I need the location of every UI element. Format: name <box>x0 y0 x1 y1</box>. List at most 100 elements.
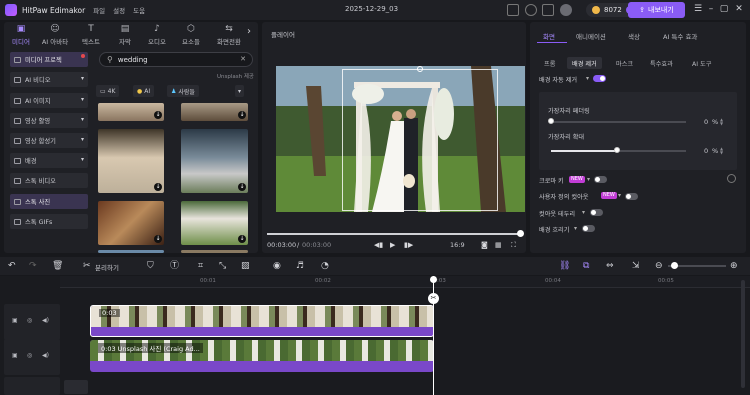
tab-subtitle[interactable]: ▤ 자막 <box>110 24 140 46</box>
scrub-handle[interactable] <box>517 230 524 237</box>
split-icon[interactable]: ✂ <box>83 261 91 271</box>
rotate-handle[interactable] <box>417 66 423 72</box>
tab-text[interactable]: T 텍스트 <box>76 24 106 46</box>
add-track-button[interactable] <box>64 380 88 394</box>
audio-extract-icon[interactable]: ♬ <box>296 261 304 271</box>
menu-settings[interactable]: 설정 <box>113 5 125 15</box>
tab-audio[interactable]: ♪ 오디오 <box>142 24 172 46</box>
maximize-icon[interactable]: ▢ <box>718 3 730 15</box>
fullscreen-icon[interactable]: ⛶ <box>511 241 516 250</box>
audio-icon[interactable]: ◀) <box>42 317 49 324</box>
edge-feather-value[interactable]: 0 <box>704 118 708 126</box>
tab-ai-effects[interactable]: AI 특수 효과 <box>663 31 697 41</box>
sidebar-item-background[interactable]: 배경 ▾ <box>10 153 88 168</box>
text-tool-icon[interactable]: Ⓣ <box>170 261 179 271</box>
edge-expand-value[interactable]: 0 <box>704 147 708 155</box>
sidebar-item-recording[interactable]: 영상 활영 ▾ <box>10 113 88 128</box>
prev-frame-icon[interactable]: ◀▮ <box>374 241 383 249</box>
redo-icon[interactable]: ↷ <box>29 261 37 271</box>
tab-screen[interactable]: 화면 <box>543 31 555 41</box>
next-frame-icon[interactable]: ▮▶ <box>404 241 413 249</box>
subtab-bg-removal[interactable]: 배경 제거 <box>567 57 602 69</box>
split-label[interactable]: 분리하기 <box>95 262 119 272</box>
menu-file[interactable]: 파일 <box>93 5 105 15</box>
clear-search-icon[interactable]: ✕ <box>240 55 246 63</box>
delete-icon[interactable]: 🗑 <box>52 261 63 271</box>
download-icon[interactable]: ↓ <box>154 111 162 119</box>
subtab-ai-tools[interactable]: AI 도구 <box>687 57 716 69</box>
scrub-bar[interactable] <box>267 233 521 235</box>
stock-photo-thumb[interactable] <box>98 250 164 253</box>
close-icon[interactable]: ✕ <box>733 3 745 15</box>
stepper-icon[interactable]: ▲ ▼ <box>720 147 723 155</box>
help-icon[interactable] <box>525 4 537 16</box>
zoom-handle[interactable] <box>671 262 678 269</box>
search-input[interactable]: ⚲ wedding ✕ <box>99 52 253 67</box>
visibility-icon[interactable]: ◎ <box>27 352 32 359</box>
preview-quality-icon[interactable]: ▦ <box>495 241 502 249</box>
zoom-in-icon[interactable]: ⊕ <box>730 261 738 271</box>
lock-icon[interactable]: ▣ <box>12 352 18 359</box>
timeline[interactable]: 00:01 00:02 00:03 00:04 00:05 ▣ ◎ ◀) 0:0… <box>0 276 750 395</box>
visibility-icon[interactable]: ◎ <box>27 317 32 324</box>
link-icon[interactable]: ⛓ <box>559 261 570 271</box>
aspect-ratio[interactable]: 16:9 <box>450 241 465 249</box>
download-icon[interactable]: ↓ <box>154 183 162 191</box>
tab-media[interactable]: ▣ 미디어 <box>6 24 36 46</box>
bg-blur-toggle[interactable] <box>582 225 595 232</box>
auto-bg-removal-toggle[interactable] <box>593 75 606 82</box>
stock-photo-thumb[interactable]: ↓ <box>98 201 164 245</box>
download-icon[interactable]: ↓ <box>238 183 246 191</box>
sidebar-item-compositor[interactable]: 영상 합성기 ▾ <box>10 133 88 148</box>
video-preview[interactable] <box>276 66 525 212</box>
edge-feather-slider[interactable] <box>551 121 686 123</box>
track-icon[interactable]: ⇔ <box>606 261 614 271</box>
menu-help[interactable]: 도움 <box>133 5 145 15</box>
audio-icon[interactable]: ◀) <box>42 352 49 359</box>
play-icon[interactable]: ▶ <box>390 241 395 249</box>
download-icon[interactable]: ↓ <box>238 111 246 119</box>
timeline-scrollbar[interactable] <box>741 280 745 388</box>
fit-icon[interactable]: ⇲ <box>632 261 640 271</box>
scissors-icon[interactable]: ✂ <box>428 293 439 304</box>
subtab-frame[interactable]: 프롬 <box>539 57 560 69</box>
speed-icon[interactable]: ◔ <box>321 261 329 271</box>
minimize-icon[interactable]: – <box>705 3 717 15</box>
menu-icon[interactable]: ☰ <box>692 3 704 15</box>
export-button[interactable]: ⇪ 내보내기 <box>628 2 685 18</box>
subtab-mask[interactable]: 마스크 <box>611 57 638 69</box>
download-icon[interactable]: ↓ <box>154 235 162 243</box>
sidebar-item-stock-gifs[interactable]: 스톡 GIFs <box>10 214 88 229</box>
filter-4k[interactable]: ▭ 4K <box>96 85 120 97</box>
chevron-right-icon[interactable]: › <box>247 26 251 37</box>
download-icon[interactable]: ↓ <box>238 235 246 243</box>
sidebar-item-stock-video[interactable]: 스톡 비디오 <box>10 173 88 188</box>
crop-icon[interactable]: ⌗ <box>198 261 203 271</box>
time-ruler[interactable]: 00:01 00:02 00:03 00:04 00:05 <box>60 276 750 288</box>
mail-icon[interactable] <box>507 4 519 16</box>
tab-color[interactable]: 색상 <box>628 31 640 41</box>
timeline-clip[interactable]: 0:03 Unsplash 사진 (Craig Ad... <box>90 340 434 372</box>
stock-photo-thumb[interactable]: ↓ <box>181 103 248 121</box>
snap-icon[interactable]: ⧉ <box>583 261 589 271</box>
filter-ai[interactable]: ● AI <box>133 85 155 97</box>
stock-photo-thumb[interactable]: ↓ <box>181 201 248 245</box>
tab-ai-avatar[interactable]: ☺ AI 아바타 <box>40 24 70 46</box>
shield-icon[interactable]: ⛉ <box>147 261 154 271</box>
stock-photo-thumb[interactable]: ↓ <box>98 129 164 193</box>
tab-animation[interactable]: 애니메이션 <box>576 31 606 41</box>
tab-transition[interactable]: ⇆ 화면전환 <box>211 24 247 46</box>
edge-feather-handle[interactable] <box>548 118 554 124</box>
lock-icon[interactable]: ▣ <box>12 317 18 324</box>
cart-icon[interactable] <box>542 4 554 16</box>
sidebar-item-media-project[interactable]: 미디어 프로젝 <box>10 52 88 67</box>
sidebar-item-ai-image[interactable]: AI 이미지 ▾ <box>10 93 88 108</box>
edge-expand-handle[interactable] <box>614 147 620 153</box>
undo-icon[interactable]: ↶ <box>8 261 16 271</box>
timeline-clip[interactable]: 0:03 <box>90 305 434 337</box>
stock-photo-thumb[interactable] <box>181 250 248 253</box>
filter-people[interactable]: ♟ 사람들 <box>167 85 199 97</box>
sidebar-item-stock-photo[interactable]: 스톡 사진 <box>10 194 88 209</box>
stock-photo-thumb[interactable]: ↓ <box>98 103 164 121</box>
cutout-border-toggle[interactable] <box>590 209 603 216</box>
